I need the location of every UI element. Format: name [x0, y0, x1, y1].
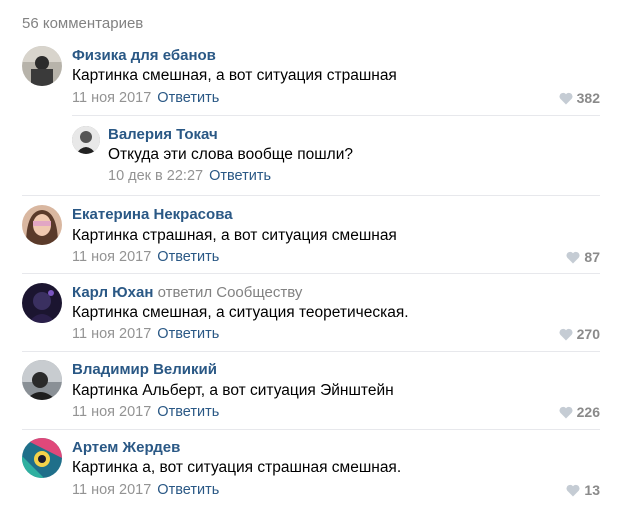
avatar[interactable]: [22, 360, 62, 400]
comment-author[interactable]: Артем Жердев: [72, 439, 180, 456]
author-link[interactable]: Карл Юхан: [72, 284, 153, 301]
reply-link[interactable]: Ответить: [157, 404, 219, 420]
comment-date[interactable]: 11 ноя 2017: [72, 404, 151, 420]
like-button[interactable]: 382: [559, 90, 600, 106]
heart-icon: [559, 328, 573, 340]
like-button[interactable]: 270: [559, 326, 600, 342]
like-button[interactable]: 87: [566, 249, 600, 265]
avatar[interactable]: [22, 46, 62, 86]
comment-date[interactable]: 11 ноя 2017: [72, 249, 151, 265]
comment-text: Картинка смешная, а вот ситуация страшна…: [72, 67, 397, 84]
reply-link[interactable]: Ответить: [209, 168, 271, 184]
comment-meta: 10 дек в 22:27 Ответить: [108, 168, 271, 184]
like-count: 270: [576, 326, 600, 342]
reply-link[interactable]: Ответить: [157, 326, 219, 342]
comment-meta: 11 ноя 2017 Ответить: [72, 482, 219, 498]
comment-meta: 11 ноя 2017 Ответить: [72, 404, 219, 420]
comment-text: Картинка Альберт, а вот ситуация Эйнштей…: [72, 382, 394, 399]
avatar[interactable]: [72, 126, 100, 154]
comment-date[interactable]: 11 ноя 2017: [72, 326, 151, 342]
like-button[interactable]: 13: [566, 482, 600, 498]
divider: [22, 195, 600, 196]
heart-icon: [559, 92, 573, 104]
reply-link[interactable]: Ответить: [157, 90, 219, 106]
comment-text: Картинка смешная, а ситуация теоретическ…: [72, 304, 409, 321]
comment-meta: 11 ноя 2017 Ответить: [72, 90, 219, 106]
comment-text: Картинка страшная, а вот ситуация смешна…: [72, 227, 397, 244]
comment-text: Откуда эти слова вообще пошли?: [108, 146, 353, 163]
reply-link[interactable]: Ответить: [157, 482, 219, 498]
divider: [22, 273, 600, 274]
reply-to-label[interactable]: ответил Сообществу: [158, 284, 303, 301]
comments-count: 56 комментариев: [22, 15, 144, 32]
divider: [22, 351, 600, 352]
comment-date[interactable]: 11 ноя 2017: [72, 90, 151, 106]
avatar[interactable]: [22, 438, 62, 478]
comment-text: Картинка а, вот ситуация страшная смешна…: [72, 459, 402, 476]
heart-icon: [566, 251, 580, 263]
comment-meta: 11 ноя 2017 Ответить: [72, 249, 219, 265]
comment-meta: 11 ноя 2017 Ответить: [72, 326, 219, 342]
like-button[interactable]: 226: [559, 404, 600, 420]
comment-author[interactable]: Екатерина Некрасова: [72, 206, 233, 223]
comment-date[interactable]: 10 дек в 22:27: [108, 168, 203, 184]
divider: [22, 429, 600, 430]
like-count: 13: [584, 482, 600, 498]
avatar[interactable]: [22, 283, 62, 323]
comment-author[interactable]: Владимир Великий: [72, 361, 217, 378]
like-count: 87: [584, 249, 600, 265]
comment-author[interactable]: Валерия Токач: [108, 126, 218, 143]
comment-date[interactable]: 11 ноя 2017: [72, 482, 151, 498]
comment-author[interactable]: Физика для ебанов: [72, 47, 216, 64]
divider: [72, 115, 600, 116]
like-count: 226: [576, 404, 600, 420]
avatar[interactable]: [22, 205, 62, 245]
heart-icon: [566, 484, 580, 496]
comment-author: Карл Юхан ответил Сообществу: [72, 284, 302, 301]
reply-link[interactable]: Ответить: [157, 249, 219, 265]
like-count: 382: [576, 90, 600, 106]
heart-icon: [559, 406, 573, 418]
